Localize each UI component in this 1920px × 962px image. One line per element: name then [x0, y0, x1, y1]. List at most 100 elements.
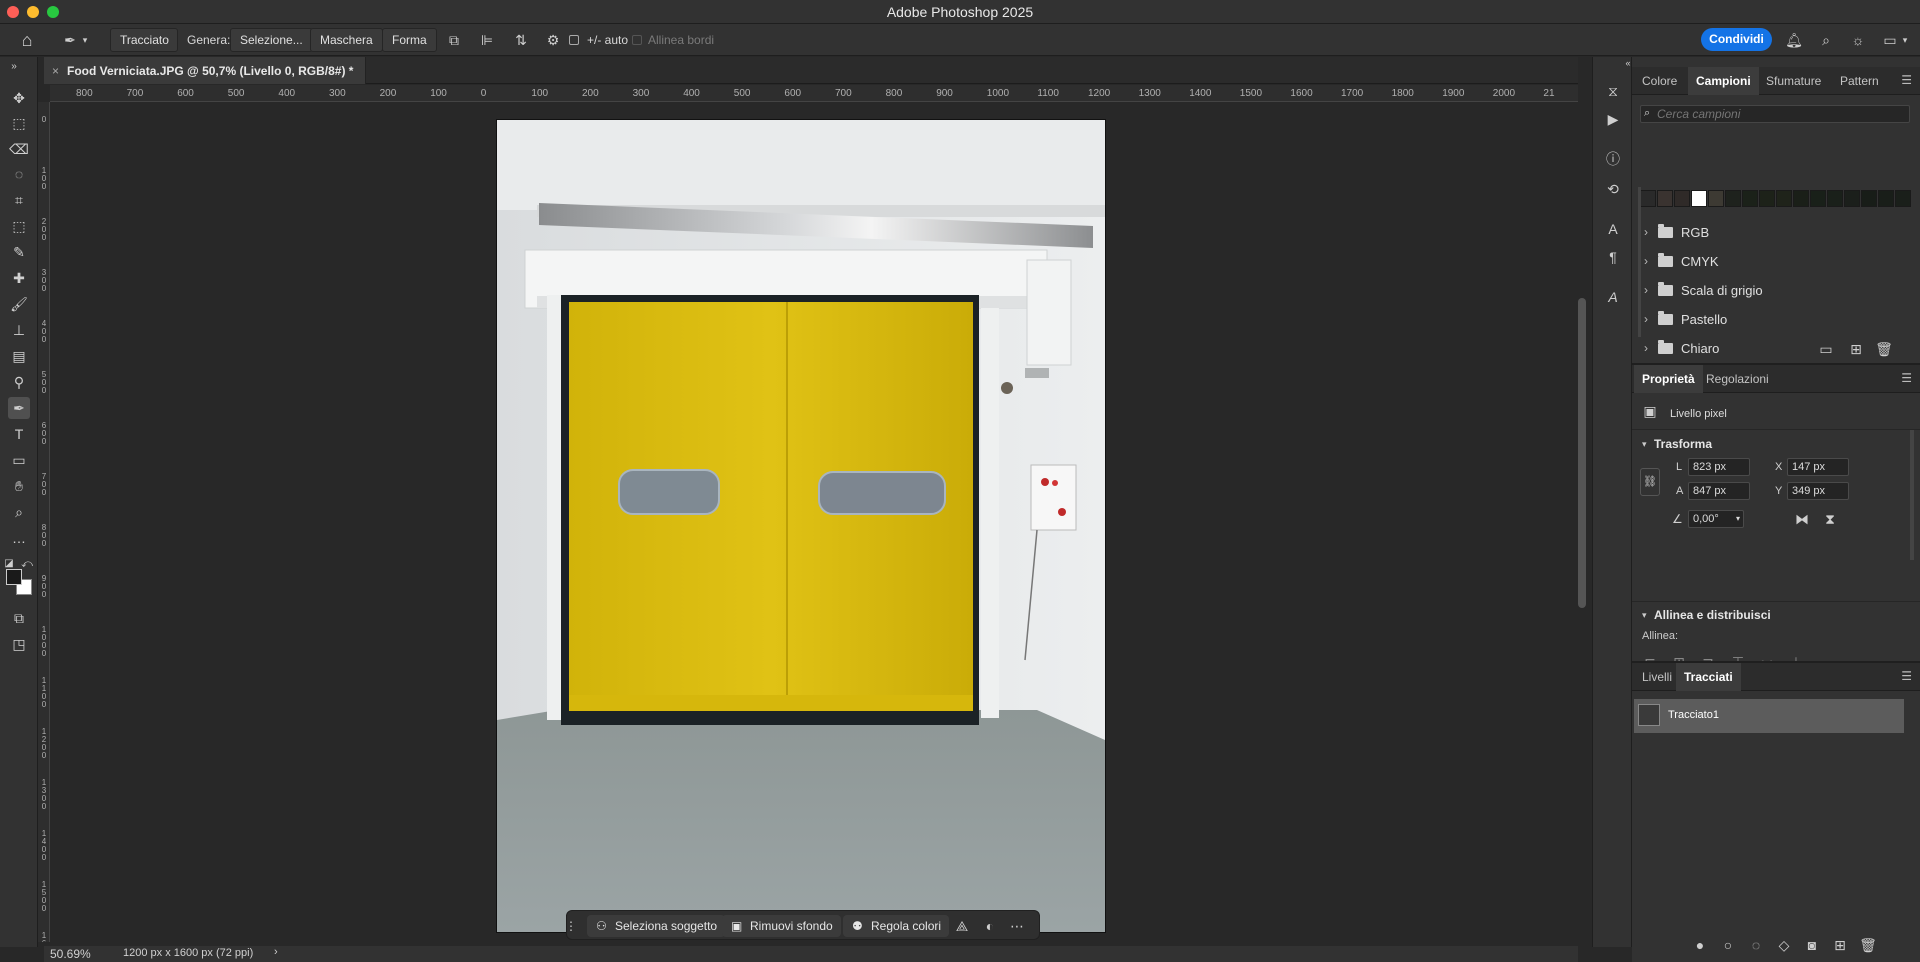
color-swatch[interactable]: [1878, 190, 1894, 207]
pen-tool-icon[interactable]: ✒: [8, 397, 30, 419]
brush-tool-icon[interactable]: 🖌︎: [8, 293, 30, 315]
document-image[interactable]: [497, 120, 1105, 932]
color-swatch[interactable]: [1827, 190, 1843, 207]
bell-icon[interactable]: 🔔︎: [1784, 30, 1804, 50]
shape-button[interactable]: Forma: [382, 28, 437, 52]
drag-handle-icon[interactable]: ⋮: [565, 916, 577, 936]
hand-tool-icon[interactable]: ✋︎: [8, 475, 30, 497]
add-mask-icon[interactable]: ◙: [1802, 935, 1822, 955]
canvas-area[interactable]: [50, 102, 1578, 942]
swatch-group-cmyk[interactable]: › CMYK: [1632, 247, 1912, 275]
panel-menu-icon[interactable]: ☰: [1901, 371, 1912, 385]
tab-regolazioni[interactable]: Regolazioni: [1698, 365, 1777, 393]
path-operations-icon[interactable]: ⧉: [444, 30, 464, 50]
folder-icon[interactable]: ▭: [1816, 339, 1836, 359]
link-icon[interactable]: ⛓︎: [1640, 468, 1660, 496]
adjust-colors-button[interactable]: ⚉ Regola colori: [843, 915, 950, 937]
color-swatch[interactable]: [1691, 190, 1707, 207]
remove-background-button[interactable]: ▣ Rimuovi sfondo: [722, 915, 841, 937]
stroke-path-icon[interactable]: ○: [1718, 935, 1738, 955]
color-swatch[interactable]: [1861, 190, 1877, 207]
select-subject-button[interactable]: ⚇ Seleziona soggetto: [587, 915, 726, 937]
swatch-search-field[interactable]: ⌕: [1640, 105, 1910, 123]
eraser-tool-icon[interactable]: ⌫: [8, 138, 30, 160]
share-button[interactable]: Condividi: [1701, 28, 1772, 51]
fill-path-icon[interactable]: ●: [1690, 935, 1710, 955]
dodge-tool-icon[interactable]: ⚲: [8, 371, 30, 393]
type-tool-icon[interactable]: T: [8, 423, 30, 445]
more-tools-icon[interactable]: …: [8, 527, 30, 549]
lasso-tool-icon[interactable]: ◌: [8, 163, 30, 185]
chevron-down-icon[interactable]: ▾: [1900, 30, 1910, 50]
horizontal-ruler[interactable]: 800 700 600 500 400 300 200 100 0 100 200 300 400 500…: [50, 85, 1578, 102]
flip-horizontal-icon[interactable]: ⧓: [1792, 509, 1812, 529]
chevron-right-icon[interactable]: ›: [1644, 283, 1650, 297]
marquee-tool-icon[interactable]: ⬚: [8, 112, 30, 134]
color-swatch[interactable]: [1844, 190, 1860, 207]
adjustments-icon[interactable]: ⟲: [1603, 179, 1623, 199]
swatch-group-scala-di-grigio[interactable]: › Scala di grigio: [1632, 276, 1912, 304]
workspace-icon[interactable]: ▭: [1880, 30, 1900, 50]
path-alignment-icon[interactable]: ⊫: [477, 30, 497, 50]
chevron-down-icon[interactable]: ▾: [1642, 439, 1647, 450]
color-swatch[interactable]: [1708, 190, 1724, 207]
home-icon[interactable]: ⌂: [17, 30, 37, 50]
swap-colors-icon[interactable]: ⤺: [20, 554, 34, 574]
new-path-icon[interactable]: ⊞: [1830, 935, 1850, 955]
collapse-arrows-icon[interactable]: »: [4, 57, 24, 77]
tab-campioni[interactable]: Campioni: [1688, 67, 1759, 95]
healing-brush-tool-icon[interactable]: ✚: [8, 267, 30, 289]
color-swatch[interactable]: [1793, 190, 1809, 207]
character-icon[interactable]: A: [1603, 219, 1623, 239]
angle-field[interactable]: 0,00° ▾: [1688, 510, 1744, 528]
chevron-down-icon[interactable]: ▾: [1642, 610, 1647, 621]
align-edges-checkbox[interactable]: [632, 35, 642, 45]
new-swatch-icon[interactable]: ⊞: [1846, 339, 1866, 359]
properties-scrollbar[interactable]: [1910, 430, 1914, 560]
tab-pattern[interactable]: Pattern: [1832, 67, 1887, 95]
rectangle-tool-icon[interactable]: ▭: [8, 449, 30, 471]
transform-icon[interactable]: ⟁: [952, 916, 972, 936]
swatches-scrollbar[interactable]: [1638, 187, 1641, 337]
swatch-search-input[interactable]: [1657, 106, 1907, 122]
load-as-selection-icon[interactable]: ◌: [1746, 935, 1766, 955]
chevron-right-icon[interactable]: ›: [1644, 341, 1650, 355]
tool-mode-select[interactable]: Tracciato▾: [110, 28, 178, 67]
path-arrangement-icon[interactable]: ⇅: [511, 30, 531, 50]
tab-tracciati[interactable]: Tracciati: [1676, 663, 1741, 691]
tab-sfumature[interactable]: Sfumature: [1758, 67, 1829, 95]
color-swatch[interactable]: [1759, 190, 1775, 207]
chevron-right-icon[interactable]: ›: [274, 946, 278, 958]
trash-icon[interactable]: 🗑︎: [1874, 339, 1894, 359]
make-work-path-icon[interactable]: ◇: [1774, 935, 1794, 955]
tab-proprieta[interactable]: Proprietà: [1634, 365, 1703, 393]
vertical-ruler[interactable]: 0 1 0 0 2 0 0 3 0 0 4 0 0 5 0 0 6 0 0 7 0 0 8 0 …: [38, 102, 50, 942]
color-swatch[interactable]: [1776, 190, 1792, 207]
adjustment-icon[interactable]: ◐: [980, 916, 1000, 936]
color-swatch[interactable]: [1810, 190, 1826, 207]
screen-mode-icon[interactable]: ⧉: [8, 607, 30, 629]
quick-mask-icon[interactable]: ◳: [8, 633, 30, 655]
width-field[interactable]: 823 px: [1688, 458, 1750, 476]
height-field[interactable]: 847 px: [1688, 482, 1750, 500]
object-selection-tool-icon[interactable]: ⬚: [8, 215, 30, 237]
trash-icon[interactable]: 🗑︎: [1858, 935, 1878, 955]
foreground-color-swatch[interactable]: [6, 569, 22, 585]
close-tab-icon[interactable]: ×: [52, 64, 59, 78]
y-field[interactable]: 349 px: [1787, 482, 1849, 500]
color-swatch[interactable]: [1895, 190, 1911, 207]
panel-menu-icon[interactable]: ☰: [1901, 73, 1912, 87]
color-swatch[interactable]: [1674, 190, 1690, 207]
clone-stamp-tool-icon[interactable]: ⊥: [8, 319, 30, 341]
move-tool-icon[interactable]: ✥: [8, 87, 30, 109]
discover-icon[interactable]: ☼: [1848, 30, 1868, 50]
glyphs-icon[interactable]: A: [1603, 287, 1623, 307]
tab-livelli[interactable]: Livelli: [1634, 663, 1680, 691]
paragraph-icon[interactable]: ¶: [1603, 247, 1623, 267]
chevron-right-icon[interactable]: ›: [1644, 312, 1650, 326]
eyedropper-tool-icon[interactable]: ✎: [8, 241, 30, 263]
gradient-tool-icon[interactable]: ▤: [8, 345, 30, 367]
actions-play-icon[interactable]: ▶: [1603, 109, 1623, 129]
info-icon[interactable]: ⓘ: [1603, 149, 1623, 169]
search-icon[interactable]: ⌕: [1816, 30, 1836, 50]
